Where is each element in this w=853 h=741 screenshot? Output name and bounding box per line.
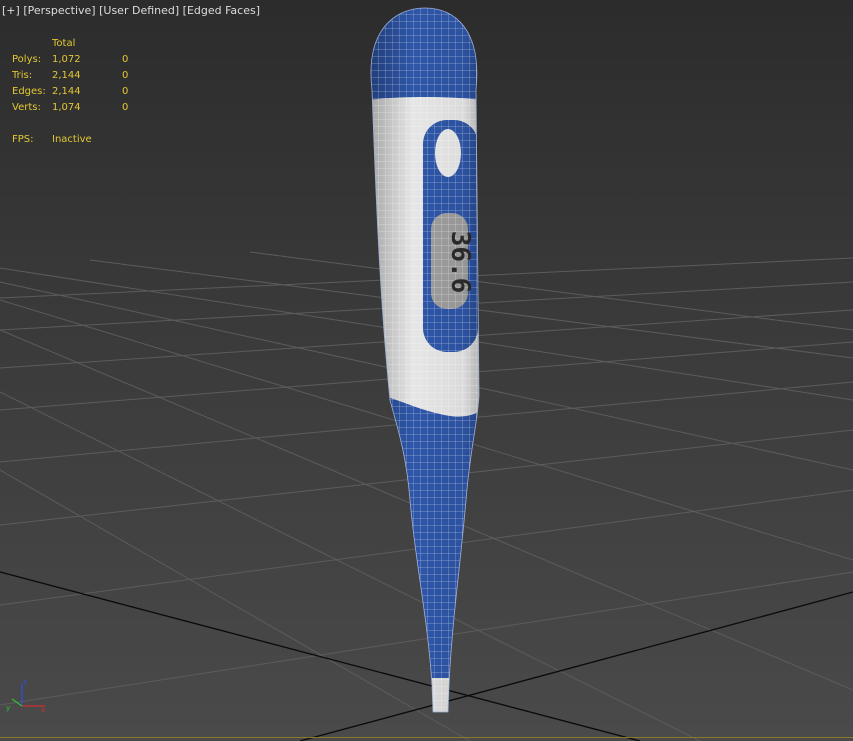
viewport-menu-user-defined[interactable]: [User Defined] [99,4,179,17]
stats-row-edges: Edges: 2,144 0 [12,84,142,100]
stats-total: 1,074 [52,102,81,113]
viewport-menu-perspective[interactable]: [Perspective] [23,4,95,17]
stats-label: Edges: [12,86,46,97]
stats-total: 2,144 [52,70,81,81]
stats-selected: 0 [122,54,129,65]
perspective-viewport[interactable]: 36.6 x z y [+] [Perspective] [User Defin… [0,0,853,741]
stats-total: 1,072 [52,54,81,65]
stats-selected: 0 [122,86,129,97]
viewport-bottom-border [0,737,853,738]
stats-label: Verts: [12,102,41,113]
stats-label: Polys: [12,54,42,65]
stats-header-total: Total [52,38,76,49]
axis-x-label: x [41,706,45,714]
grid-line [249,251,853,331]
statistics-overlay: Total Polys: 1,072 0 Tris: 2,144 0 Edges… [12,36,142,148]
stats-selected: 0 [122,70,129,81]
axis-y-label: y [6,704,10,712]
stats-row-fps: FPS: Inactive [12,132,142,148]
grid-line [0,469,471,741]
grid-line [299,591,853,741]
stats-row-polys: Polys: 1,072 0 [12,52,142,68]
fps-value: Inactive [52,134,92,145]
thermometer-model[interactable]: 36.6 [360,0,490,720]
thermometer-display-reading: 36.6 [445,231,475,294]
stats-label: Tris: [12,70,33,81]
stats-total: 2,144 [52,86,81,97]
stats-selected: 0 [122,102,129,113]
stats-row-tris: Tris: 2,144 0 [12,68,142,84]
stats-row-verts: Verts: 1,074 0 [12,100,142,116]
viewport-menu-edged-faces[interactable]: [Edged Faces] [183,4,260,17]
fps-label: FPS: [12,134,34,145]
viewport-menu-plus[interactable]: [+] [2,4,20,17]
axis-gizmo: x z y [6,678,45,714]
viewport-label-menu: [+] [Perspective] [User Defined] [Edged … [2,4,260,17]
grid-line [0,571,641,741]
axis-z-label: z [23,678,27,686]
